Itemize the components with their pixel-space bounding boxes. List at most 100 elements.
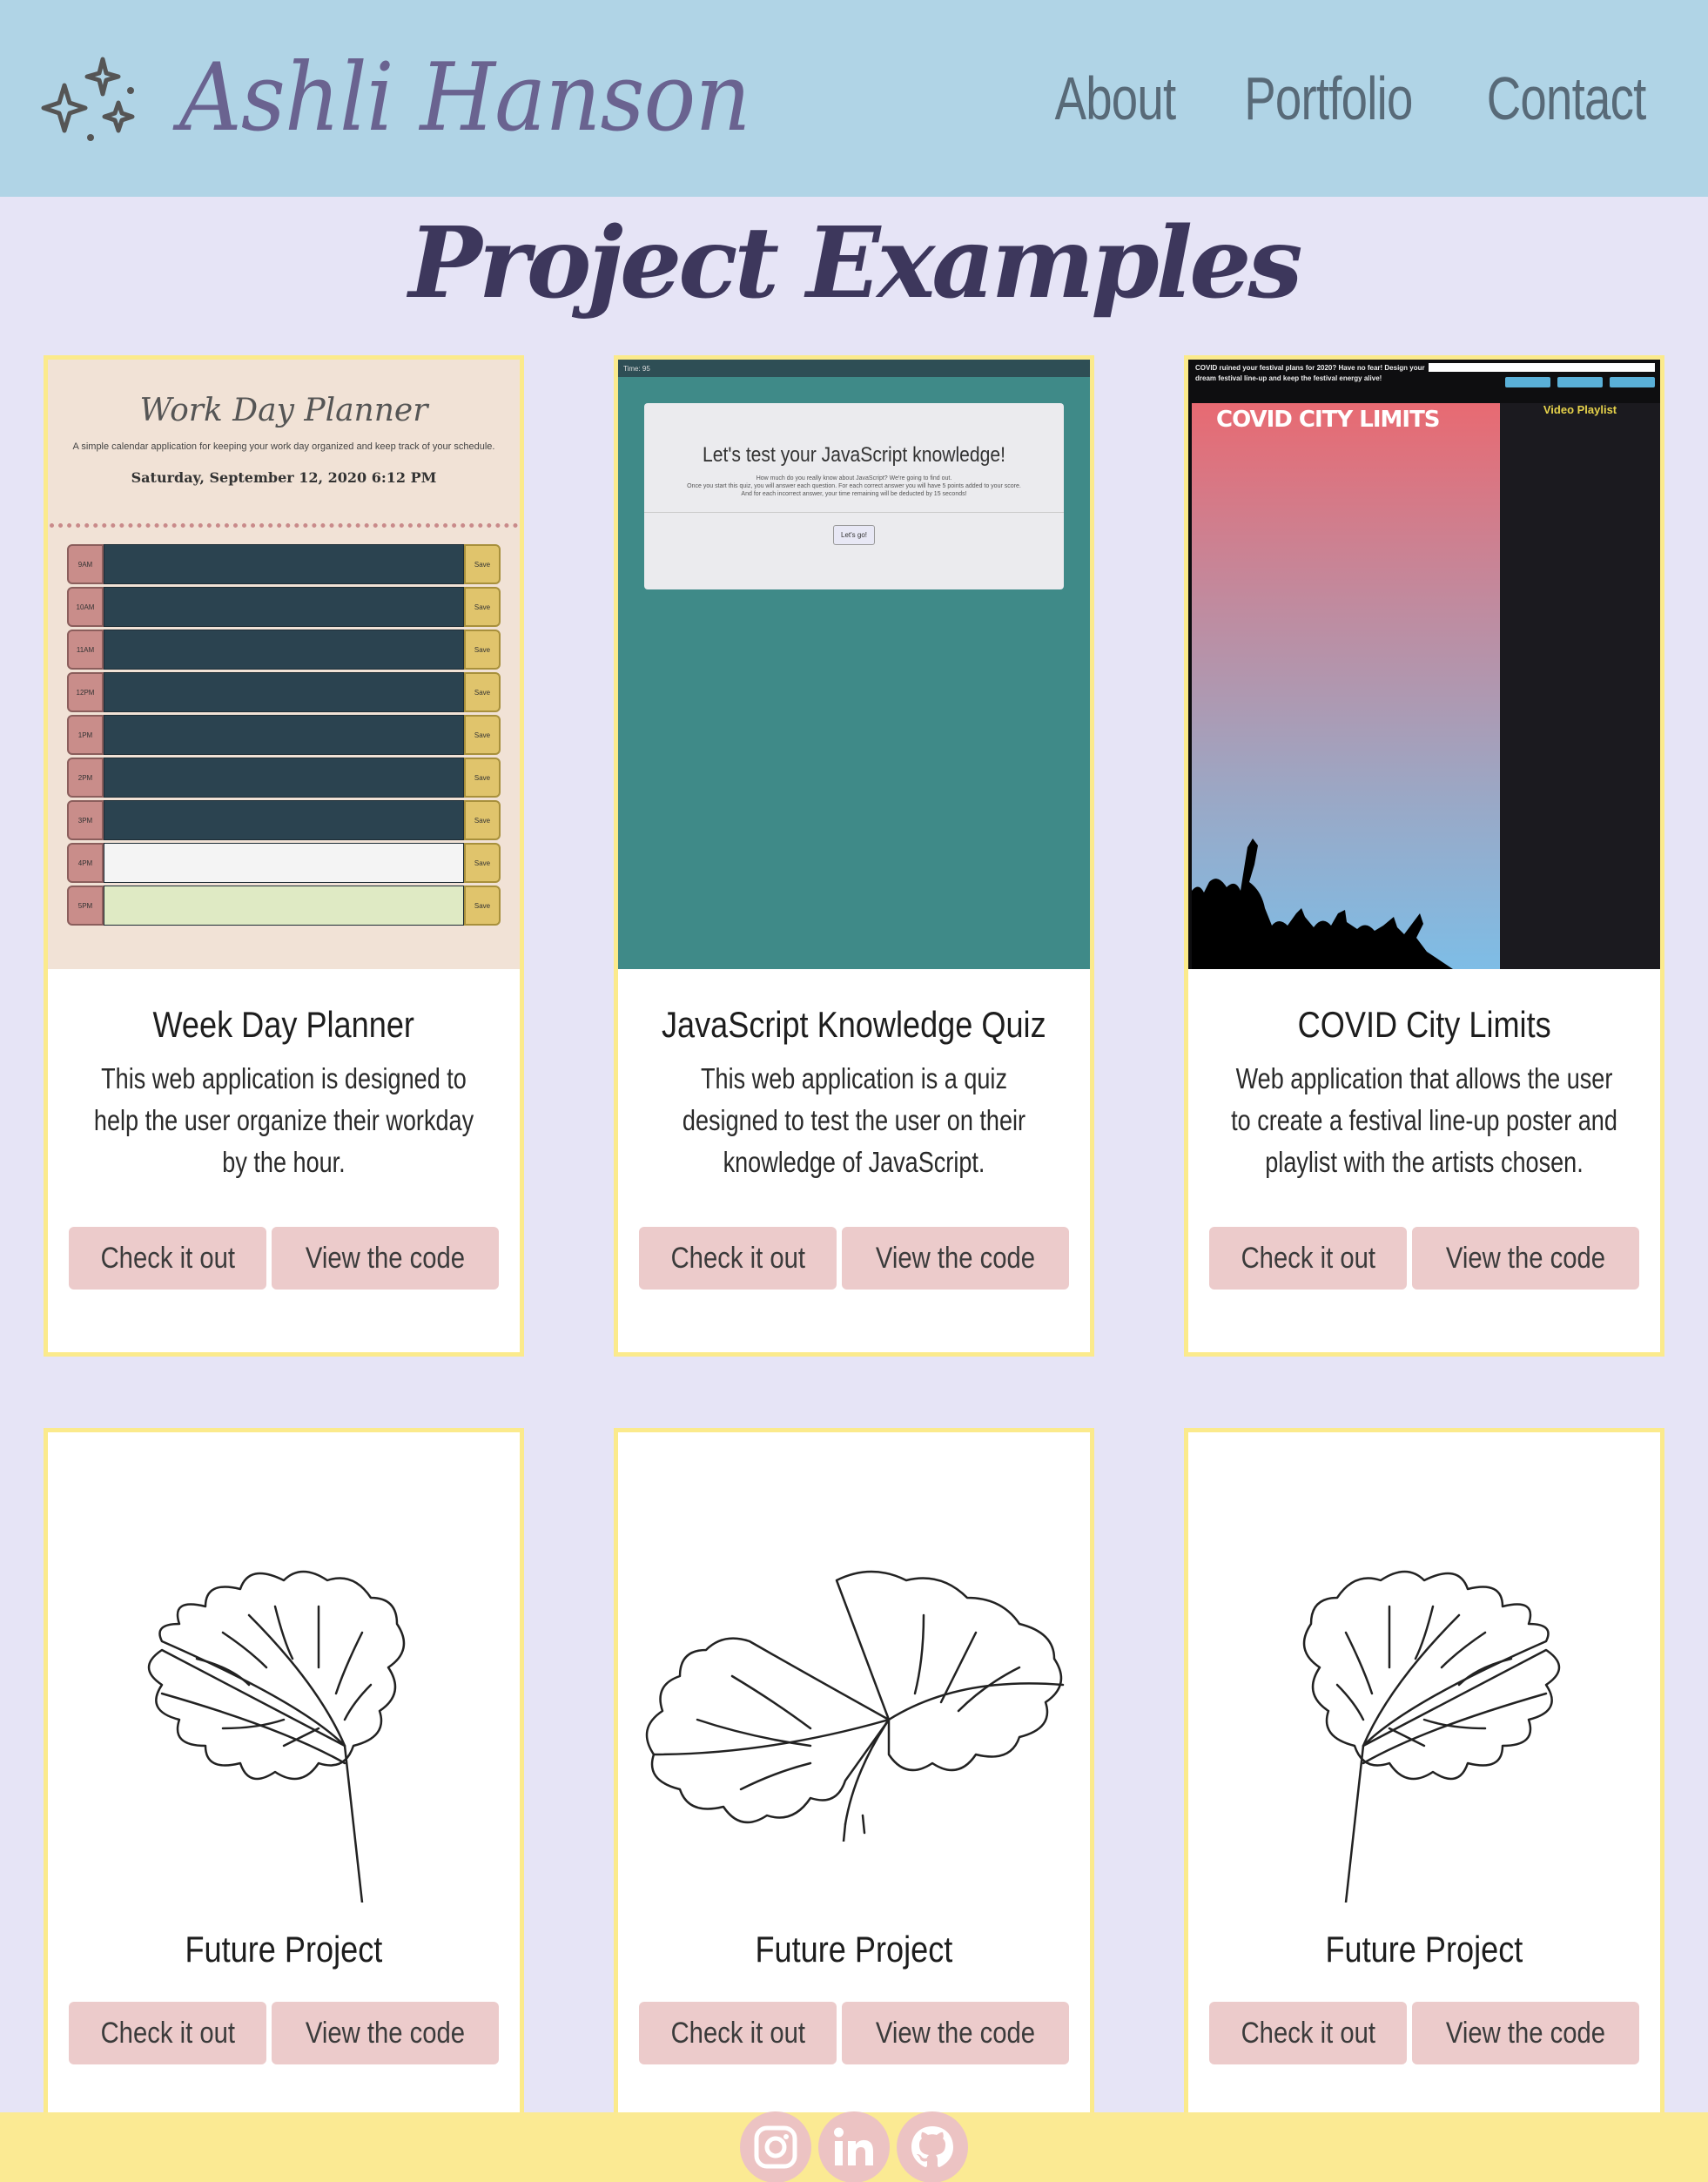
- quiz-line: Once you start this quiz, you will answe…: [687, 483, 1021, 489]
- planner-hour: 1PM: [67, 715, 104, 755]
- planner-subtitle: A simple calendar application for keepin…: [72, 441, 495, 452]
- planner-slot: [104, 715, 464, 755]
- site-header: Ashli Hanson About Portfolio Contact: [0, 0, 1708, 197]
- github-link[interactable]: [897, 2111, 968, 2182]
- instagram-icon: [754, 2125, 797, 2169]
- card-title: COVID City Limits: [1297, 1004, 1551, 1045]
- card-title: Future Project: [1325, 1929, 1523, 1970]
- crowd-silhouette: [1192, 838, 1453, 969]
- view-code-button[interactable]: View the code: [1412, 1227, 1640, 1290]
- planner-row: 4PM Save: [67, 843, 501, 883]
- brand-name: Ashli Hanson: [179, 44, 750, 152]
- card-title: JavaScript Knowledge Quiz: [662, 1004, 1046, 1045]
- check-it-out-button[interactable]: Check it out: [638, 1227, 837, 1290]
- button-label: View the code: [1446, 2017, 1606, 2050]
- planner-save: Save: [464, 800, 501, 840]
- planner-hour: 2PM: [67, 758, 104, 798]
- planner-slot: [104, 630, 464, 670]
- planner-slot: [104, 800, 464, 840]
- planner-row: 12PM Save: [67, 672, 501, 712]
- planner-save: Save: [464, 672, 501, 712]
- divider: [50, 523, 518, 528]
- page-title: Project Examples: [408, 206, 1302, 320]
- nav-contact[interactable]: Contact: [1487, 64, 1646, 133]
- planner-save: Save: [464, 886, 501, 926]
- view-code-button[interactable]: View the code: [842, 1227, 1070, 1290]
- monstera-leaf-icon: [147, 1570, 406, 1903]
- planner-save: Save: [464, 630, 501, 670]
- planner-hour: 3PM: [67, 800, 104, 840]
- planner-save: Save: [464, 843, 501, 883]
- view-code-button[interactable]: View the code: [272, 2002, 500, 2064]
- monstera-leaf-icon: [645, 1570, 1065, 1842]
- instagram-link[interactable]: [740, 2111, 811, 2182]
- project-card-future-3: Future Project Check it out View the cod…: [1184, 1428, 1664, 2125]
- card-description: This web application is designed to help…: [93, 1062, 474, 1178]
- planner-save: Save: [464, 758, 501, 798]
- brand[interactable]: Ashli Hanson: [40, 51, 800, 145]
- planner-hour: 9AM: [67, 544, 104, 584]
- view-code-button[interactable]: View the code: [272, 1227, 500, 1290]
- planner-hour: 5PM: [67, 886, 104, 926]
- check-it-out-button[interactable]: Check it out: [68, 2002, 267, 2064]
- planner-hour: 4PM: [67, 843, 104, 883]
- project-screenshot[interactable]: [48, 1432, 520, 1903]
- artist-input: [1429, 363, 1655, 372]
- button-label: Check it out: [1241, 1242, 1375, 1275]
- button-label: Check it out: [670, 1242, 805, 1275]
- button-label: View the code: [1446, 1242, 1606, 1275]
- nav-portfolio[interactable]: Portfolio: [1244, 64, 1413, 133]
- planner-slot: [104, 544, 464, 584]
- planner-slot: [104, 843, 464, 883]
- check-it-out-button[interactable]: Check it out: [68, 1227, 267, 1290]
- project-card-future-2: Future Project Check it out View the cod…: [614, 1428, 1094, 2125]
- planner-slot: [104, 886, 464, 926]
- planner-app-title: Work Day Planner: [139, 393, 428, 428]
- nav-about[interactable]: About: [1055, 64, 1177, 133]
- github-icon: [911, 2126, 953, 2167]
- divider: [644, 512, 1064, 513]
- site-footer: [0, 2111, 1708, 2182]
- planner-row: 9AM Save: [67, 544, 501, 584]
- planner-date: Saturday, September 12, 2020 6:12 PM: [131, 469, 437, 486]
- project-screenshot[interactable]: [1188, 1432, 1660, 1903]
- view-code-button[interactable]: View the code: [1412, 2002, 1640, 2064]
- button-label: Check it out: [100, 2017, 235, 2050]
- planner-row: 11AM Save: [67, 630, 501, 670]
- project-screenshot[interactable]: [618, 1432, 1090, 1903]
- check-it-out-button[interactable]: Check it out: [1208, 1227, 1408, 1290]
- planner-row: 10AM Save: [67, 587, 501, 627]
- project-screenshot[interactable]: Work Day Planner A simple calendar appli…: [48, 360, 520, 969]
- quiz-start-button: Let's go!: [833, 525, 875, 545]
- check-it-out-button[interactable]: Check it out: [638, 2002, 837, 2064]
- covid-buttons: [1505, 377, 1655, 387]
- linkedin-link[interactable]: [818, 2111, 890, 2182]
- button-label: View the code: [876, 1242, 1036, 1275]
- view-code-button[interactable]: View the code: [842, 2002, 1070, 2064]
- quiz-heading: Let's test your JavaScript knowledge!: [702, 443, 1005, 467]
- button-label: View the code: [306, 2017, 466, 2050]
- planner-save: Save: [464, 544, 501, 584]
- button-label: Check it out: [100, 1242, 235, 1275]
- planner-slot: [104, 672, 464, 712]
- festival-poster: COVID CITY LIMITS: [1192, 403, 1500, 969]
- planner-save: Save: [464, 587, 501, 627]
- project-screenshot[interactable]: Time: 95 Let's test your JavaScript know…: [618, 360, 1090, 969]
- linkedin-icon: [834, 2127, 873, 2165]
- button-label: Check it out: [670, 2017, 805, 2050]
- button-label: Check it out: [1241, 2017, 1375, 2050]
- planner-hour: 12PM: [67, 672, 104, 712]
- planner-slot: [104, 758, 464, 798]
- project-screenshot[interactable]: COVID ruined your festival plans for 202…: [1188, 360, 1660, 969]
- card-title: Future Project: [185, 1929, 383, 1970]
- quiz-timer: Time: 95: [623, 365, 650, 373]
- planner-row: 3PM Save: [67, 800, 501, 840]
- button-label: View the code: [306, 1242, 466, 1275]
- quiz-line: How much do you really know about JavaSc…: [756, 475, 952, 482]
- project-card-planner: Work Day Planner A simple calendar appli…: [44, 355, 524, 1357]
- card-title: Week Day Planner: [152, 1004, 415, 1045]
- check-it-out-button[interactable]: Check it out: [1208, 2002, 1408, 2064]
- monstera-leaf-icon: [1302, 1570, 1561, 1903]
- planner-row: 1PM Save: [67, 715, 501, 755]
- card-description: Web application that allows the user to …: [1231, 1062, 1617, 1178]
